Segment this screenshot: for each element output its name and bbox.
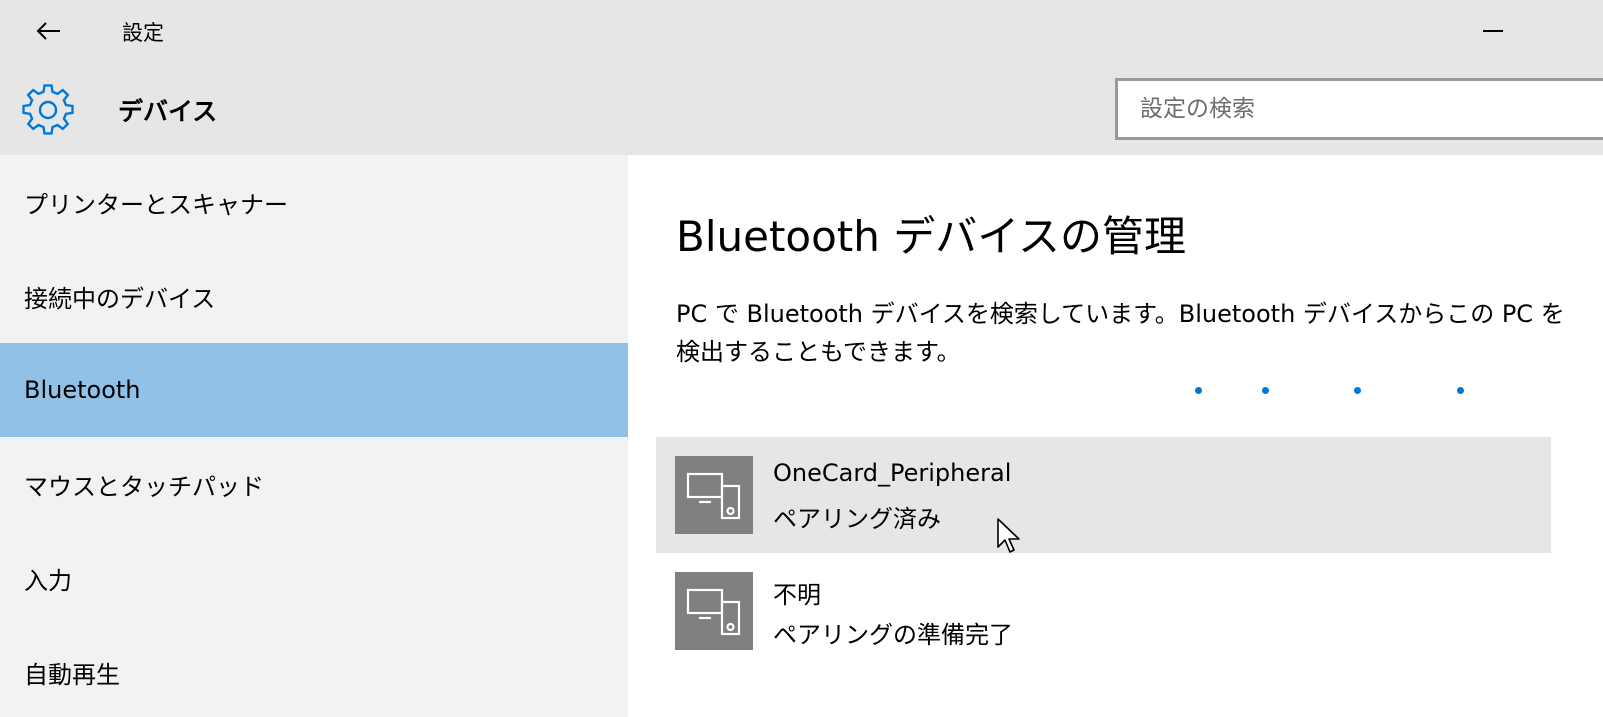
sidebar-item-bluetooth[interactable]: Bluetooth bbox=[0, 343, 628, 437]
progress-dot bbox=[1195, 387, 1202, 394]
progress-dot bbox=[1457, 387, 1464, 394]
minimize-button[interactable] bbox=[1470, 12, 1516, 50]
window-title: 設定 bbox=[122, 21, 164, 45]
device-status: ペアリングの準備完了 bbox=[773, 621, 1013, 649]
device-item-onecard[interactable]: OneCard_Peripheral ペアリング済み bbox=[656, 437, 1551, 553]
settings-window: 設定 デバイス プリンターとスキャナー 接続中のデバイス Blueto bbox=[0, 0, 1603, 717]
main-content: Bluetooth デバイスの管理 PC で Bluetooth デバイスを検索… bbox=[628, 155, 1603, 717]
mouse-cursor-icon bbox=[997, 518, 1020, 553]
progress-dot bbox=[1354, 387, 1361, 394]
progress-dot bbox=[1262, 387, 1269, 394]
sidebar-item-printers-scanners[interactable]: プリンターとスキャナー bbox=[0, 155, 628, 249]
device-icon bbox=[675, 572, 753, 650]
progress-dots bbox=[628, 387, 1603, 399]
sidebar-item-label: プリンターとスキャナー bbox=[24, 190, 288, 219]
sidebar-item-mouse-touchpad[interactable]: マウスとタッチパッド bbox=[0, 437, 628, 531]
device-item-unknown[interactable]: 不明 ペアリングの準備完了 bbox=[656, 553, 1551, 669]
sidebar-item-label: 自動再生 bbox=[24, 660, 120, 689]
device-name: 不明 bbox=[773, 581, 821, 609]
device-name: OneCard_Peripheral bbox=[773, 459, 1012, 487]
sidebar-item-label: 接続中のデバイス bbox=[24, 284, 216, 313]
page-header: デバイス bbox=[0, 62, 1603, 155]
search-description: PC で Bluetooth デバイスを検索しています。Bluetooth デバ… bbox=[676, 300, 1565, 366]
page-title: デバイス bbox=[118, 97, 218, 126]
sidebar-item-label: 入力 bbox=[24, 566, 72, 595]
sidebar: プリンターとスキャナー 接続中のデバイス Bluetooth マウスとタッチパッ… bbox=[0, 155, 628, 717]
sidebar-item-label: マウスとタッチパッド bbox=[24, 472, 264, 501]
gear-icon bbox=[22, 84, 74, 136]
device-status: ペアリング済み bbox=[773, 505, 941, 533]
back-button[interactable] bbox=[22, 12, 74, 50]
title-bar: 設定 bbox=[0, 0, 1603, 62]
device-icon bbox=[675, 456, 753, 534]
minimize-icon bbox=[1483, 30, 1503, 32]
sidebar-item-typing[interactable]: 入力 bbox=[0, 531, 628, 625]
search-box[interactable] bbox=[1115, 78, 1603, 140]
sidebar-item-label: Bluetooth bbox=[24, 376, 141, 404]
sidebar-item-autoplay[interactable]: 自動再生 bbox=[0, 625, 628, 717]
search-input[interactable] bbox=[1118, 81, 1600, 137]
back-arrow-icon bbox=[36, 22, 60, 40]
section-title: Bluetooth デバイスの管理 bbox=[676, 212, 1186, 261]
sidebar-item-connected-devices[interactable]: 接続中のデバイス bbox=[0, 249, 628, 343]
